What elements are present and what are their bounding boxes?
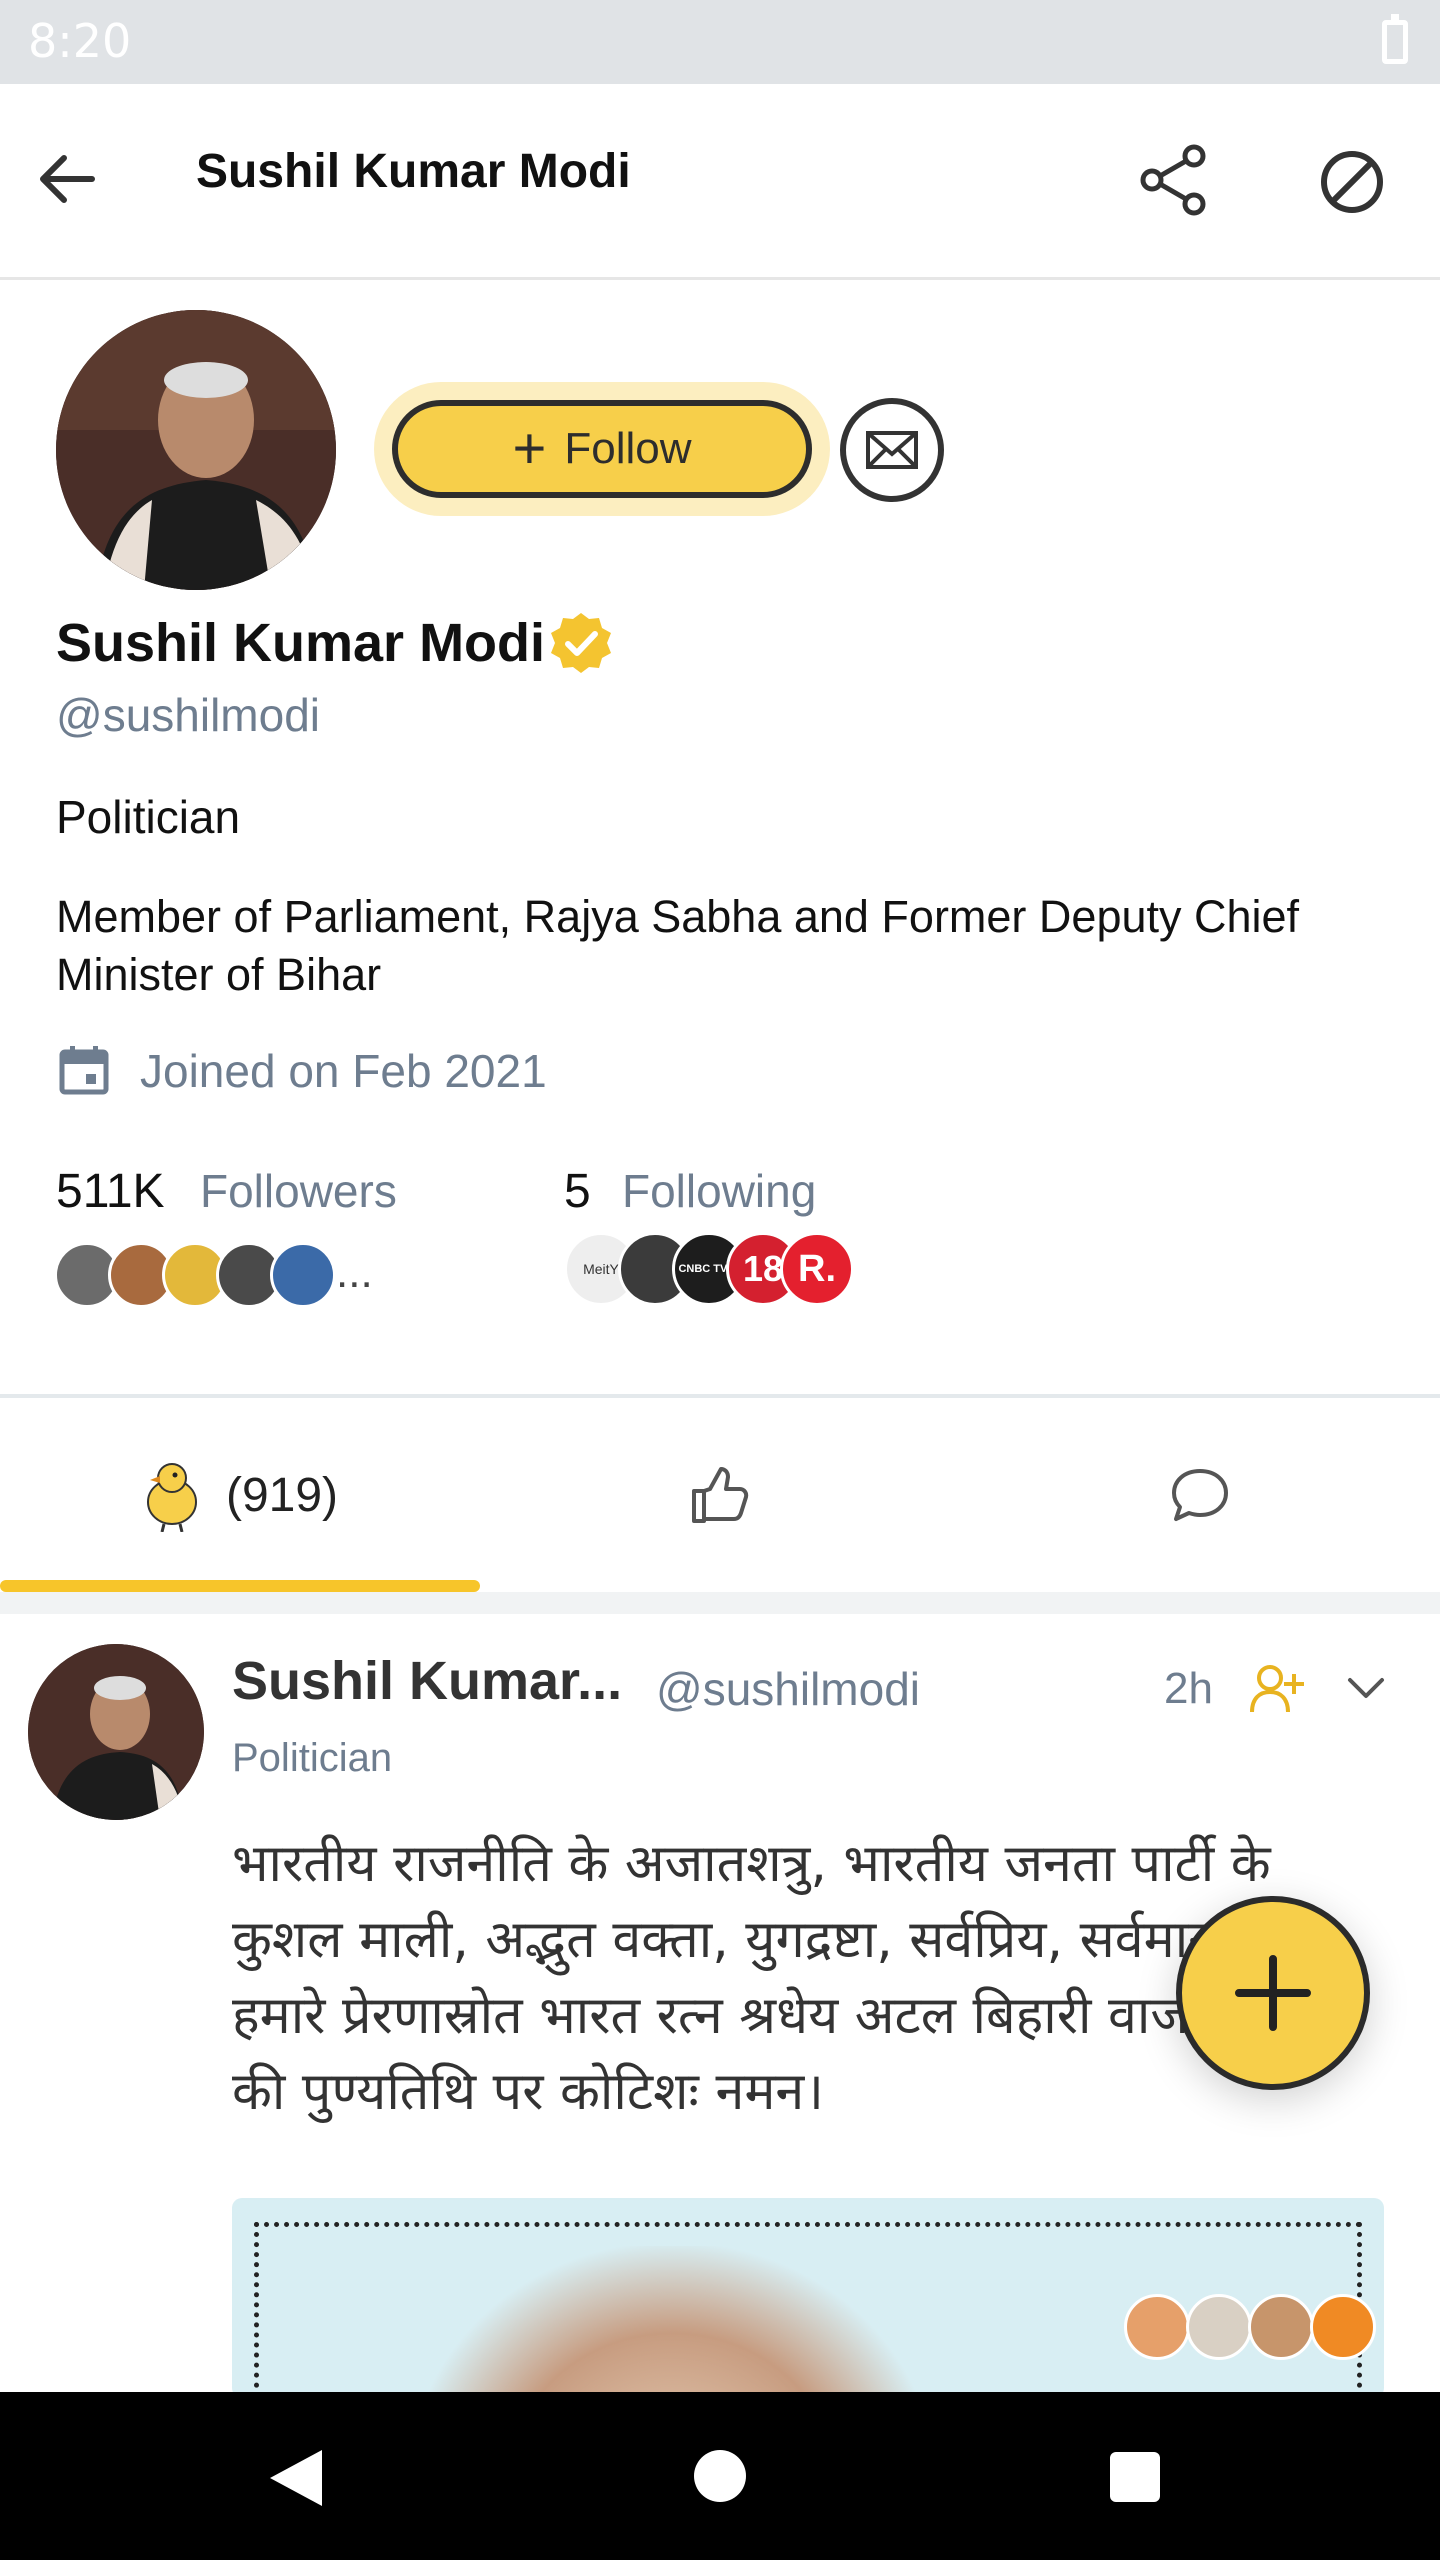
- chevron-down-icon[interactable]: [1344, 1666, 1388, 1710]
- envelope-icon: [866, 431, 918, 469]
- block-icon[interactable]: [1316, 146, 1388, 218]
- nav-recents-icon[interactable]: [1110, 2452, 1160, 2502]
- tab-likes[interactable]: [480, 1400, 960, 1590]
- comment-icon: [1172, 1469, 1228, 1521]
- calendar-icon: [59, 1046, 109, 1095]
- more-followers-indicator: ...: [336, 1248, 373, 1297]
- battery-icon: [1382, 14, 1408, 64]
- followers-label[interactable]: Followers: [200, 1164, 397, 1218]
- create-post-button[interactable]: [1176, 1896, 1370, 2090]
- status-time: 8:20: [28, 14, 132, 68]
- add-follow-icon[interactable]: [1248, 1660, 1306, 1718]
- follower-avatar: [270, 1242, 336, 1308]
- verified-badge-icon: [551, 613, 611, 673]
- profile-avatar: [56, 310, 336, 590]
- profile-profession: Politician: [56, 791, 241, 843]
- profile-bio: Member of Parliament, Rajya Sabha and Fo…: [56, 891, 1300, 1000]
- share-icon[interactable]: [1136, 142, 1212, 218]
- follow-label: Follow: [564, 424, 692, 473]
- profile-name: Sushil Kumar Modi: [56, 613, 546, 673]
- thumbs-up-icon: [692, 1467, 749, 1523]
- tab-comments[interactable]: [960, 1400, 1440, 1590]
- nav-home-icon[interactable]: [694, 2450, 746, 2502]
- following-count[interactable]: 5: [564, 1164, 591, 1219]
- status-bar: 8:20: [0, 0, 1440, 84]
- follow-button[interactable]: + Follow: [392, 400, 812, 498]
- tab-koos[interactable]: (919): [0, 1400, 480, 1590]
- nav-back-icon[interactable]: [270, 2450, 322, 2506]
- following-avatar-republic: R.: [780, 1232, 854, 1306]
- active-tab-indicator: [0, 1580, 480, 1592]
- koo-bird-icon: [146, 1463, 197, 1532]
- post-author-handle[interactable]: @sushilmodi: [656, 1662, 920, 1716]
- post-image-avatar: [1124, 2294, 1190, 2360]
- post-author-profession: Politician: [232, 1736, 393, 1780]
- profile-handle: @sushilmodi: [56, 689, 321, 741]
- back-arrow-icon[interactable]: [32, 144, 102, 214]
- message-button[interactable]: [840, 398, 944, 502]
- joined-date: Joined on Feb 2021: [140, 1045, 547, 1097]
- system-nav-bar: [0, 2392, 1440, 2560]
- post-image-avatar: [1248, 2294, 1314, 2360]
- post-timestamp: 2h: [1164, 1664, 1213, 1713]
- section-divider: [0, 1394, 1440, 1398]
- plus-icon: +: [512, 416, 547, 481]
- koos-count: (919): [225, 1468, 339, 1522]
- page-title: Sushil Kumar Modi: [196, 145, 631, 198]
- following-label[interactable]: Following: [622, 1164, 816, 1218]
- plus-icon: [1235, 1955, 1311, 2031]
- post-author-name[interactable]: Sushil Kumar...: [232, 1650, 622, 1712]
- section-separator: [0, 1592, 1440, 1614]
- post-author-avatar[interactable]: [28, 1644, 204, 1820]
- post-image-avatar: [1186, 2294, 1252, 2360]
- followers-count[interactable]: 511K: [56, 1164, 165, 1219]
- lotus-icon: [1310, 2294, 1376, 2360]
- app-bar: Sushil Kumar Modi: [0, 84, 1440, 280]
